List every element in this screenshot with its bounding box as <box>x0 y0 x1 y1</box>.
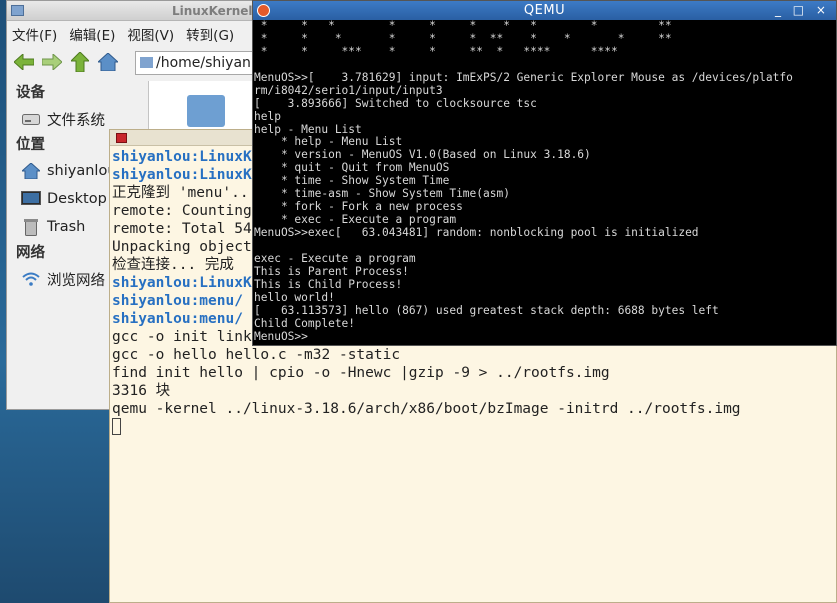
qemu-console-line: exec - Execute a program <box>254 251 416 265</box>
sidebar-item-label: Desktop <box>47 191 107 207</box>
text-cursor <box>112 418 121 435</box>
qemu-console-line: * * * * * * * * * ** <box>254 19 672 32</box>
terminal-text: find init hello | cpio -o -Hnewc |gzip -… <box>112 365 610 381</box>
qemu-console-line: MenuOS>>exec[ 63.043481] random: nonbloc… <box>254 226 699 239</box>
terminal-input-line[interactable] <box>112 418 836 436</box>
home-icon <box>21 162 41 180</box>
terminal-text: gcc -o hello hello.c -m32 -static <box>112 347 401 363</box>
qemu-title: QEMU <box>523 3 566 18</box>
terminal-line: find init hello | cpio -o -Hnewc |gzip -… <box>112 364 836 382</box>
terminal-line: qemu -kernel ../linux-3.18.6/arch/x86/bo… <box>112 400 836 418</box>
qemu-window[interactable]: QEMU _ □ × * * * * * * * * * ** * * * * … <box>252 0 837 346</box>
qemu-console-line: hello world! <box>254 290 335 304</box>
terminal-prompt: shiyanlou:menu/ $ <box>112 311 261 327</box>
qemu-console-line: MenuOS>>[ 3.781629] input: ImExPS/2 Gene… <box>254 70 793 84</box>
terminal-text: remote: Total 54 <box>112 221 252 237</box>
qemu-console-line: This is Child Process! <box>254 277 403 291</box>
file-manager-title: LinuxKernel <box>172 4 253 18</box>
terminal-text: 3316 块 <box>112 383 171 399</box>
qemu-console-line: [ 63.113573] hello (867) used greatest s… <box>254 303 719 317</box>
terminal-text: 正克隆到 'menu'... <box>112 185 258 201</box>
qemu-console-line: help <box>254 109 281 123</box>
menu-file[interactable]: 文件(F) <box>12 24 57 44</box>
sidebar-item-label: Trash <box>47 219 86 235</box>
up-arrow-icon[interactable] <box>69 51 91 73</box>
terminal-prompt: shiyanlou:menu/ $ <box>112 293 261 309</box>
sidebar-item-label: 浏览网络 <box>47 272 105 289</box>
menu-view[interactable]: 视图(V) <box>127 24 174 44</box>
wifi-icon <box>21 270 41 288</box>
qemu-titlebar[interactable]: QEMU _ □ × <box>253 1 836 20</box>
menu-edit[interactable]: 编辑(E) <box>69 24 115 44</box>
folder-icon <box>140 57 153 68</box>
home-icon[interactable] <box>97 51 119 73</box>
menu-go[interactable]: 转到(G) <box>186 24 234 44</box>
terminal-text: qemu -kernel ../linux-3.18.6/arch/x86/bo… <box>112 401 741 417</box>
desktop-icon <box>21 190 41 208</box>
terminal-text: Unpacking objects <box>112 239 261 255</box>
qemu-console[interactable]: * * * * * * * * * ** * * * * * * ** * * … <box>253 19 836 345</box>
sidebar-item-label: 文件系统 <box>47 112 105 129</box>
sidebar-section-devices: 设备 <box>16 85 45 101</box>
qemu-console-line: This is Parent Process! <box>254 264 409 278</box>
terminal-icon <box>116 133 127 143</box>
window-controls[interactable]: _ □ × <box>775 3 830 17</box>
drive-icon <box>21 110 41 128</box>
qemu-console-line: rm/i8042/serio1/input/input3 <box>254 83 443 97</box>
qemu-console-line <box>254 59 836 72</box>
qemu-console-line: * * *** * * ** * **** **** <box>254 44 618 58</box>
qemu-console-line: * * * * * * ** * * * ** <box>254 31 672 45</box>
window-icon <box>11 5 24 16</box>
trash-icon <box>21 218 41 236</box>
terminal-text: 检查连接... 完成 <box>112 257 234 273</box>
folder-icon[interactable] <box>187 95 225 127</box>
terminal-line: gcc -o hello hello.c -m32 -static <box>112 346 836 364</box>
sidebar-item-label: shiyanlou <box>47 163 117 179</box>
qemu-console-line: [ 3.893666] Switched to clocksource tsc <box>254 96 537 110</box>
qemu-console-line: Child Complete! <box>254 316 356 330</box>
forward-arrow-icon[interactable] <box>41 51 63 73</box>
qemu-console-line <box>254 240 836 253</box>
terminal-line: 3316 块 <box>112 382 836 400</box>
qemu-console-line: MenuOS>> <box>254 329 308 343</box>
back-arrow-icon[interactable] <box>13 51 35 73</box>
